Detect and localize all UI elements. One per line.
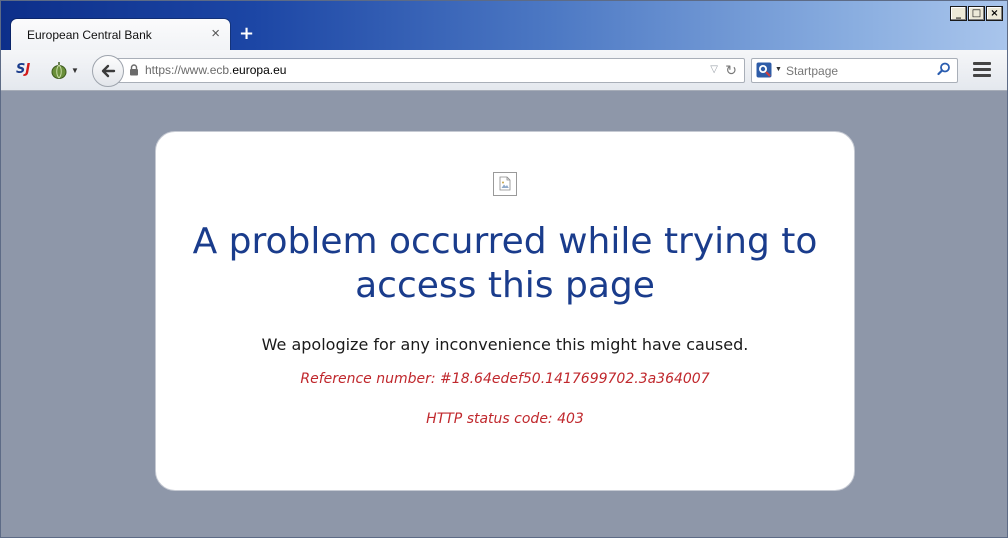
extension-dropdown-icon[interactable]: ▼ xyxy=(71,66,79,75)
tab-close-icon[interactable]: × xyxy=(211,26,220,41)
new-tab-button[interactable]: + xyxy=(239,25,254,43)
url-bar[interactable]: https://www.ecb.europa.eu ▽ ↻ xyxy=(115,58,745,83)
sj-extension-icon[interactable]: SJ xyxy=(16,61,34,79)
dropdown-arrow-icon[interactable]: ▽ xyxy=(710,64,718,75)
error-card: A problem occurred while trying to acces… xyxy=(155,131,855,491)
title-bar: _ □ × European Central Bank × + xyxy=(1,1,1007,51)
reload-icon[interactable]: ↻ xyxy=(725,62,737,79)
maximize-button[interactable]: □ xyxy=(968,6,985,21)
apology-text: We apologize for any inconvenience this … xyxy=(261,335,749,354)
search-input[interactable]: Startpage xyxy=(786,64,838,78)
search-bar[interactable]: ▼ Startpage xyxy=(751,58,958,83)
url-prefix: https://www.ecb. xyxy=(145,63,233,77)
broken-image-icon xyxy=(493,172,517,196)
http-status-code: HTTP status code: 403 xyxy=(426,411,584,427)
lock-icon[interactable] xyxy=(129,64,139,76)
browser-window: _ □ × European Central Bank × + SJ ▼ htt… xyxy=(0,0,1008,538)
back-arrow-icon xyxy=(101,64,116,78)
url-text[interactable]: https://www.ecb.europa.eu xyxy=(145,63,286,77)
minimize-button[interactable]: _ xyxy=(950,6,967,21)
engine-dropdown-icon[interactable]: ▼ xyxy=(775,66,782,73)
page-content: A problem occurred while trying to acces… xyxy=(1,91,1007,537)
onion-extension-icon[interactable] xyxy=(51,61,67,79)
search-engine-icon[interactable] xyxy=(756,62,772,78)
search-icon[interactable] xyxy=(937,62,951,76)
tab-title: European Central Bank xyxy=(27,28,152,42)
reference-number: Reference number: #18.64edef50.141769970… xyxy=(300,371,710,387)
back-button[interactable] xyxy=(92,55,124,87)
close-window-button[interactable]: × xyxy=(986,6,1003,21)
hamburger-menu-icon[interactable] xyxy=(973,62,991,78)
url-domain: europa.eu xyxy=(232,63,287,77)
page-title: A problem occurred while trying to acces… xyxy=(192,221,818,306)
tab-european-central-bank[interactable]: European Central Bank × xyxy=(11,19,230,51)
window-controls: _ □ × xyxy=(950,6,1003,21)
navigation-toolbar: SJ ▼ https://www.ecb.europa.eu ▽ ↻ ▼ Sta… xyxy=(1,50,1007,91)
